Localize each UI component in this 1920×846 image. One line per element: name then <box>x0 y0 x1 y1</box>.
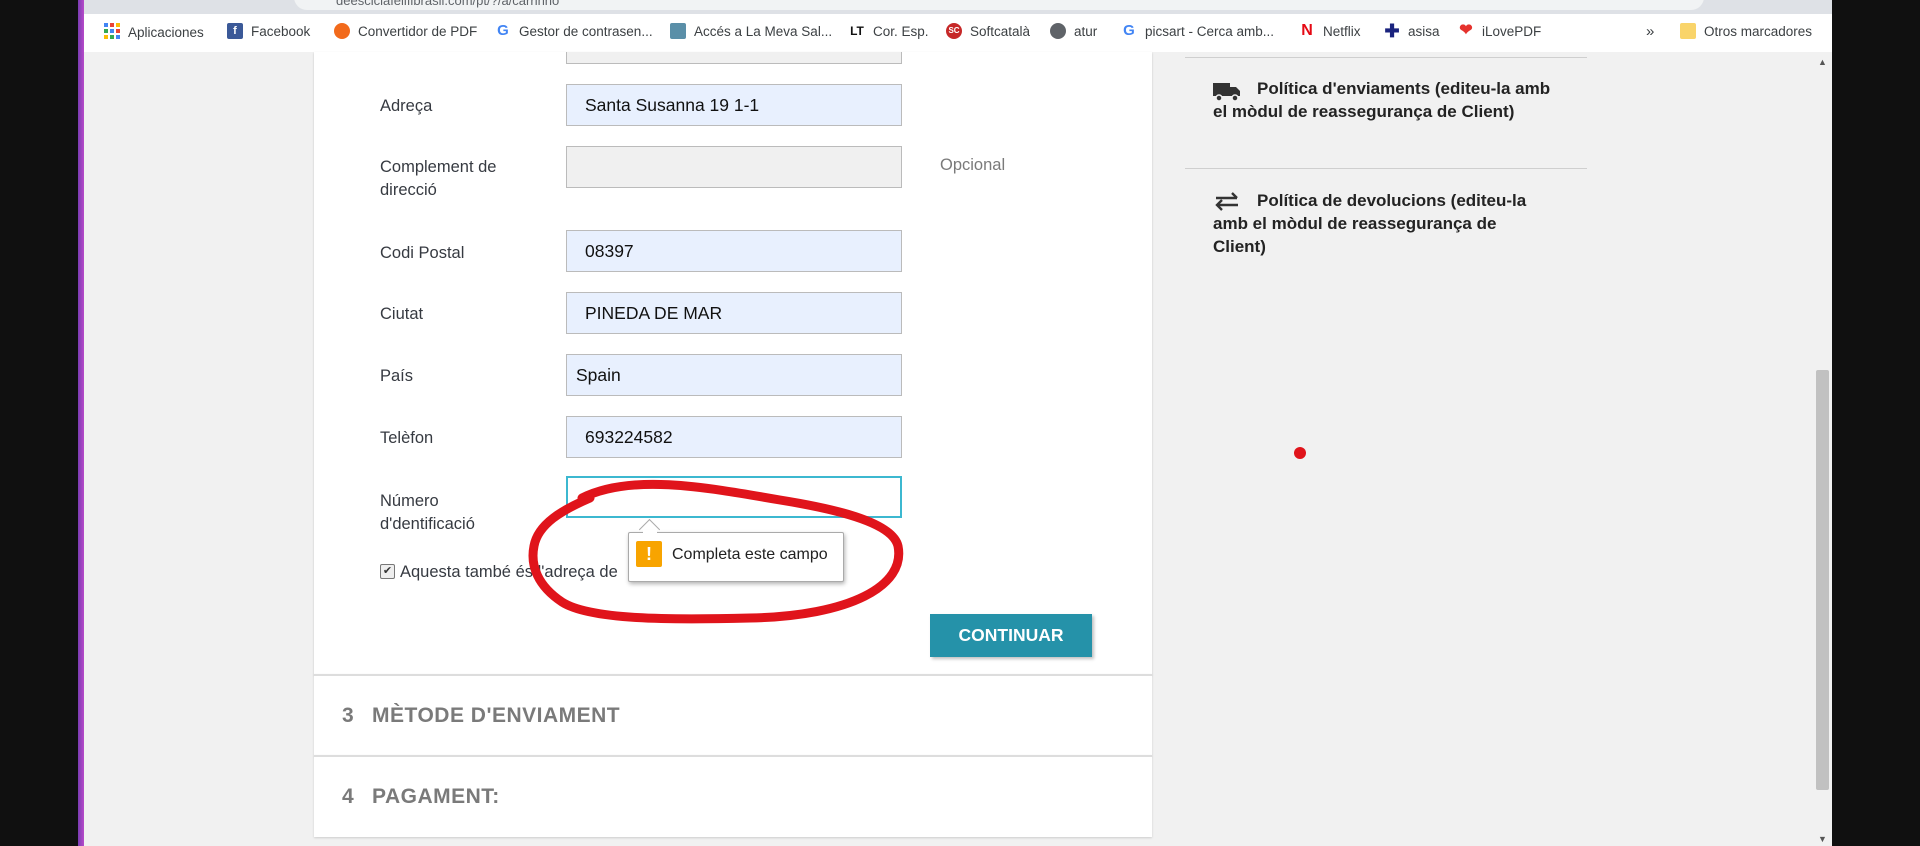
phone-input[interactable]: 693224582 <box>566 416 902 458</box>
other-bookmarks[interactable]: Otros marcadores <box>1680 23 1812 39</box>
scroll-down-arrow-icon[interactable]: ▼ <box>1818 834 1827 844</box>
left-window-edge <box>0 0 84 846</box>
id-number-label: Número d'dentificació <box>380 492 475 533</box>
section-shipping-method[interactable]: 3 MÈTODE D'ENVIAMENT <box>314 674 1152 756</box>
return-policy-text[interactable]: Política de devolucions (editeu-la amb e… <box>1213 189 1553 258</box>
section-number: 4 <box>342 785 354 808</box>
bookmark-label: Softcatalà <box>970 23 1031 39</box>
bookmark-label: Cor. Esp. <box>873 23 929 39</box>
folder-icon <box>1680 23 1696 39</box>
bookmark-label: atur <box>1074 23 1098 39</box>
policy-divider <box>1185 168 1587 169</box>
address-label: Adreça <box>380 97 433 115</box>
postal-code-input[interactable]: 08397 <box>566 230 902 272</box>
facebook-icon: f <box>227 23 243 39</box>
address-input[interactable]: Santa Susanna 19 1-1 <box>566 84 902 126</box>
previous-field-input[interactable] <box>566 52 902 64</box>
browser-toolbar: deesciclafelifibrasil.com/pt/?/a/carrinh… <box>84 0 1832 14</box>
bookmark-health[interactable]: Accés a La Meva Sal... <box>670 23 832 39</box>
bookmark-label: asisa <box>1408 23 1440 39</box>
netflix-icon: N <box>1301 22 1313 39</box>
bookmark-label: Gestor de contrasen... <box>519 23 653 39</box>
scroll-up-arrow-icon[interactable]: ▲ <box>1818 57 1827 67</box>
section-number: 3 <box>342 704 354 727</box>
country-select[interactable]: Spain <box>566 354 902 396</box>
pdf-converter-icon <box>334 23 350 39</box>
bookmark-picsart[interactable]: G picsart - Cerca amb... <box>1121 23 1274 39</box>
policy-divider <box>1185 57 1587 58</box>
red-dot-marker <box>1294 447 1306 459</box>
bookmark-label: Aplicaciones <box>128 25 204 40</box>
google-icon: G <box>1123 22 1135 39</box>
bookmark-label: Otros marcadores <box>1704 23 1813 39</box>
optional-hint: Opcional <box>940 156 1006 174</box>
phone-label: Telèfon <box>380 429 434 447</box>
google-icon: G <box>497 22 509 39</box>
bookmarks-bar: Aplicaciones f Facebook Convertidor de P… <box>84 14 1832 53</box>
right-window-edge <box>1832 0 1920 846</box>
bookmark-apps[interactable]: Aplicaciones <box>104 23 204 42</box>
bookmark-pdf-converter[interactable]: Convertidor de PDF <box>334 23 477 39</box>
country-label: País <box>380 367 414 385</box>
softcatala-icon: SC <box>946 23 962 39</box>
lt-icon: LT <box>850 24 864 38</box>
postal-code-label: Codi Postal <box>380 244 465 262</box>
ilovepdf-icon: ❤ <box>1459 22 1473 39</box>
bookmark-netflix[interactable]: N Netflix <box>1299 22 1361 39</box>
section-payment[interactable]: 4 PAGAMENT: <box>314 755 1152 837</box>
section-title: PAGAMENT: <box>372 785 500 808</box>
continue-button[interactable]: CONTINUAR <box>930 614 1092 657</box>
bookmark-label: Facebook <box>251 23 311 39</box>
address-complement-label: Complement de direcció <box>380 158 497 199</box>
asisa-icon: ✚ <box>1384 21 1400 41</box>
bookmark-ilovepdf[interactable]: ❤ iLovePDF <box>1458 23 1541 39</box>
shipping-policy-text[interactable]: Política d'enviaments (editeu-la amb el … <box>1213 77 1553 123</box>
bookmark-label: Convertidor de PDF <box>358 23 478 39</box>
url-text: deesciclafelifibrasil.com/pt/?/a/carrinh… <box>336 0 560 8</box>
bookmark-softcatala[interactable]: SC Softcatalà <box>946 23 1030 39</box>
city-input[interactable]: PINEDA DE MAR <box>566 292 902 334</box>
bookmark-facebook[interactable]: f Facebook <box>227 23 310 39</box>
red-annotation-circle <box>528 479 904 624</box>
city-label: Ciutat <box>380 305 424 323</box>
bookmark-label: Accés a La Meva Sal... <box>694 23 833 39</box>
scrollbar-thumb[interactable] <box>1816 370 1829 790</box>
bookmark-atur[interactable]: atur <box>1050 23 1097 39</box>
address-complement-input[interactable] <box>566 146 902 188</box>
bookmark-label: iLovePDF <box>1482 23 1542 39</box>
bookmark-asisa[interactable]: ✚ asisa <box>1384 21 1440 41</box>
bookmark-label: Netflix <box>1323 23 1361 39</box>
bookmark-label: picsart - Cerca amb... <box>1145 23 1275 39</box>
bookmarks-overflow-button[interactable]: » <box>1646 23 1654 40</box>
health-icon <box>670 23 686 39</box>
bookmark-cor-esp[interactable]: LT Cor. Esp. <box>849 23 929 39</box>
apps-grid-icon <box>104 23 120 42</box>
globe-icon <box>1050 23 1066 39</box>
bookmark-password-manager[interactable]: G Gestor de contrasen... <box>495 22 653 39</box>
section-title: MÈTODE D'ENVIAMENT <box>372 704 621 727</box>
same-address-checkbox[interactable]: ✔ <box>380 564 395 579</box>
